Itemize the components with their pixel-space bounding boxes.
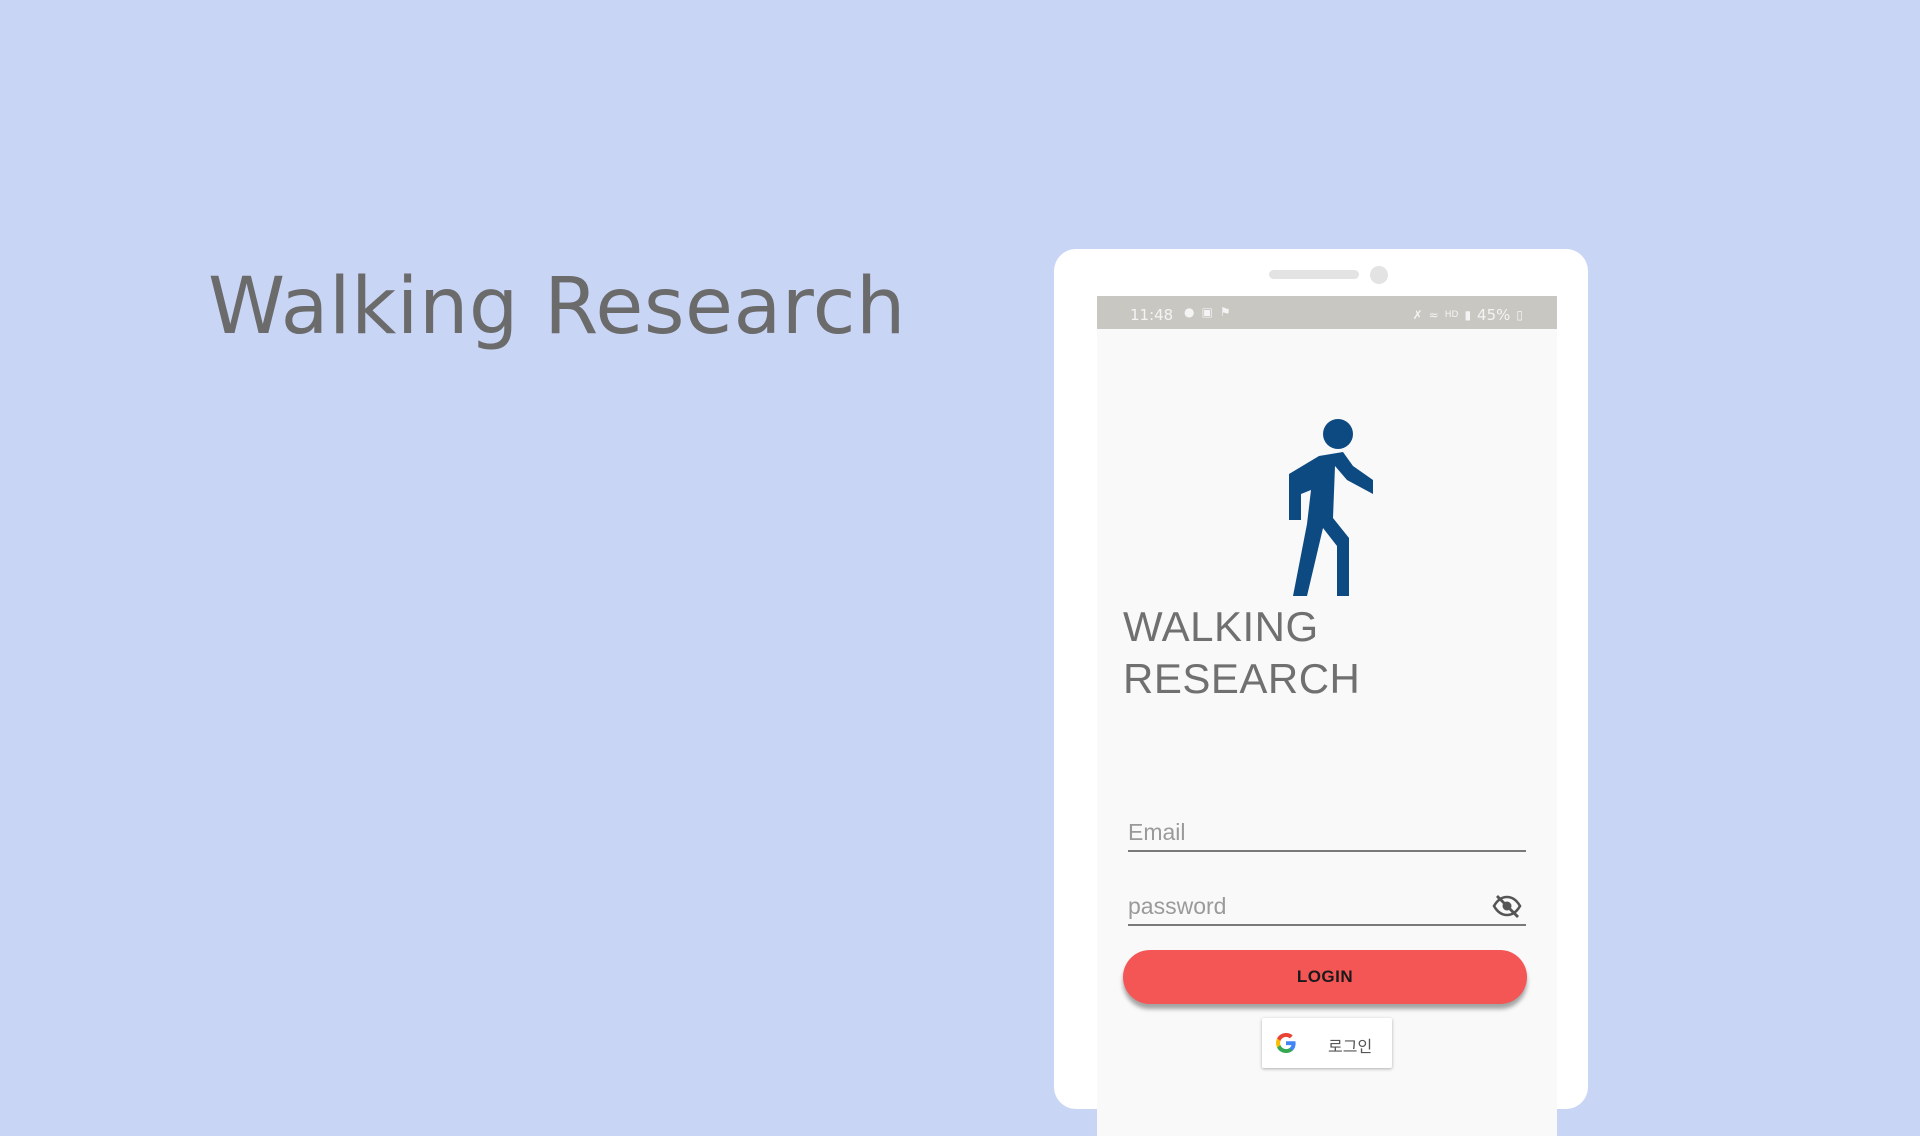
password-input[interactable] — [1128, 893, 1468, 920]
email-field — [1128, 810, 1526, 852]
app-icon: ⚑ — [1219, 305, 1231, 319]
hd-icon: HD — [1444, 309, 1459, 320]
phone-speaker — [1269, 270, 1359, 279]
message-icon: ● — [1184, 305, 1195, 319]
battery-level: 45% — [1477, 306, 1511, 324]
phone-camera — [1370, 266, 1388, 284]
login-button[interactable]: LOGIN — [1123, 950, 1527, 1004]
photo-icon: ▣ — [1201, 305, 1213, 319]
email-input[interactable] — [1128, 819, 1468, 846]
google-g-icon — [1276, 1033, 1296, 1053]
google-login-label: 로그인 — [1328, 1037, 1373, 1056]
app-title-line1: WALKING — [1123, 603, 1319, 650]
mute-icon: ✗ — [1412, 307, 1423, 322]
app-title-line2: RESEARCH — [1123, 655, 1361, 702]
status-time: 11:48 — [1130, 306, 1174, 324]
google-login-button[interactable]: 로그인 — [1262, 1018, 1392, 1068]
app-title: WALKING RESEARCH — [1123, 601, 1360, 705]
slide-title: Walking Research — [208, 262, 906, 352]
signal-icon: ▮ — [1464, 307, 1472, 322]
battery-icon: ▯ — [1516, 307, 1523, 322]
phone-frame: 11:48 ● ▣ ⚑ ✗ ≈ HD ▮ 45% ▯ WALKING RESEA… — [1054, 249, 1588, 1136]
password-field — [1128, 884, 1526, 926]
eye-off-icon[interactable] — [1492, 894, 1522, 918]
status-bar: 11:48 ● ▣ ⚑ ✗ ≈ HD ▮ 45% ▯ — [1097, 296, 1557, 329]
walking-person-icon — [1289, 419, 1373, 596]
status-system-icons: ✗ ≈ HD ▮ 45% ▯ — [1413, 306, 1523, 324]
phone-screen: 11:48 ● ▣ ⚑ ✗ ≈ HD ▮ 45% ▯ WALKING RESEA… — [1097, 296, 1557, 1136]
status-notification-icons: ● ▣ ⚑ — [1184, 305, 1231, 320]
wifi-icon: ≈ — [1428, 307, 1439, 322]
